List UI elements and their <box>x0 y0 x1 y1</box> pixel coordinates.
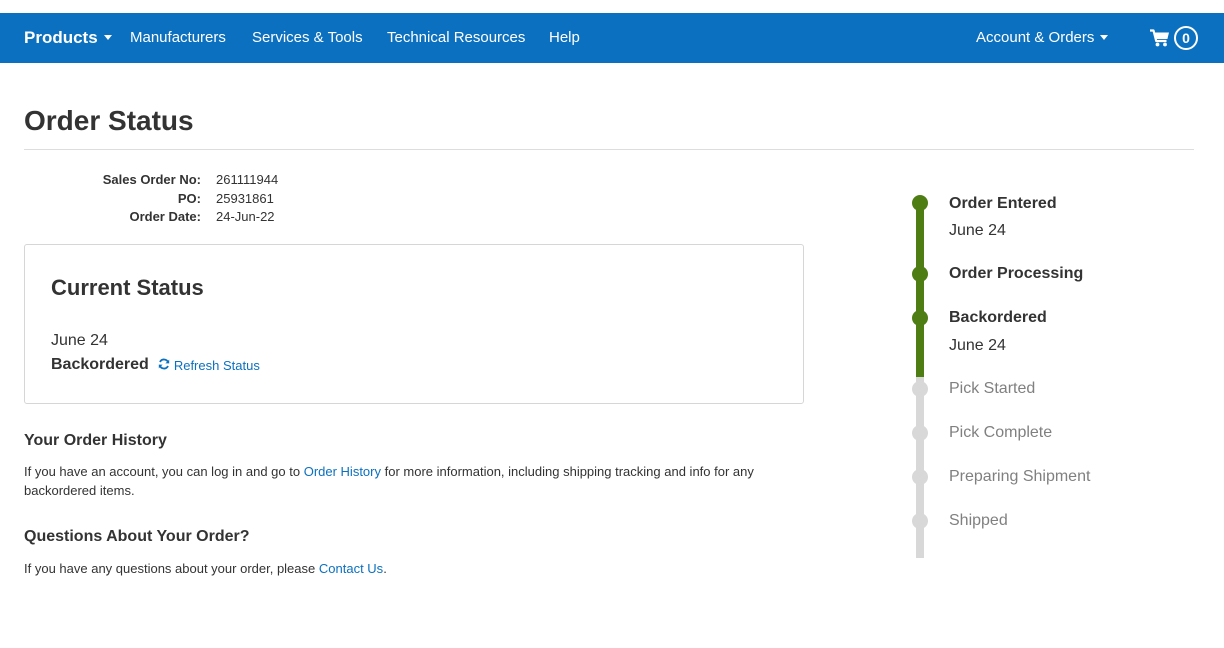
caret-down-icon <box>1100 34 1109 40</box>
current-status-date: June 24 <box>51 332 108 349</box>
contact-us-link[interactable]: Contact Us <box>319 561 383 576</box>
step-label-order-processing: Order Processing <box>949 265 1084 282</box>
timeline-track-complete <box>916 203 924 377</box>
refresh-icon <box>158 358 174 373</box>
step-dot-pick-started <box>912 381 928 397</box>
cart-button[interactable]: 0 <box>1150 25 1198 51</box>
questions-text-after: . <box>383 561 387 576</box>
nav-products-dropdown[interactable]: Products <box>24 13 112 63</box>
step-dot-order-entered <box>912 195 928 211</box>
po-value: 25931861 <box>216 190 274 206</box>
order-status-timeline: Order Entered June 24 Order Processing B… <box>900 190 1220 560</box>
step-label-preparing-shipment: Preparing Shipment <box>949 468 1091 485</box>
step-label-backordered: Backordered <box>949 309 1047 326</box>
order-date-label: Order Date: <box>129 209 201 224</box>
order-history-text-before: If you have an account, you can log in a… <box>24 464 304 479</box>
nav-link-services-tools[interactable]: Services & Tools <box>252 13 363 63</box>
po-label: PO: <box>177 190 201 206</box>
step-dot-pick-complete <box>912 425 928 441</box>
order-details: Sales Order No: 261111944 PO: 25931861 O… <box>24 171 278 227</box>
sales-order-label: Sales Order No: <box>102 172 201 187</box>
nav-link-help[interactable]: Help <box>549 13 580 63</box>
order-date-row: Order Date: 24-Jun-22 <box>24 208 278 227</box>
timeline-track-pending <box>916 377 924 558</box>
sales-order-row: Sales Order No: 261111944 <box>24 171 278 190</box>
step-date-order-entered: June 24 <box>949 222 1006 239</box>
current-status-card: Current Status June 24 Backordered Refre… <box>24 244 804 404</box>
step-date-backordered: June 24 <box>949 337 1006 354</box>
shopping-cart-icon <box>1150 29 1170 47</box>
order-date-value: 24-Jun-22 <box>216 209 275 224</box>
page-title: Order Status <box>24 105 194 136</box>
step-dot-shipped <box>912 513 928 529</box>
step-dot-order-processing <box>912 266 928 282</box>
nav-account-orders-dropdown[interactable]: Account & Orders <box>976 13 1109 63</box>
step-label-pick-complete: Pick Complete <box>949 424 1053 441</box>
order-history-text: If you have an account, you can log in a… <box>24 462 784 500</box>
order-history-link[interactable]: Order History <box>304 464 381 479</box>
nav-link-technical-resources[interactable]: Technical Resources <box>387 13 525 63</box>
current-status-value: Backordered <box>51 356 149 373</box>
sales-order-value: 261111944 <box>216 172 279 187</box>
po-row: PO: 25931861 <box>24 190 278 209</box>
step-label-pick-started: Pick Started <box>949 380 1036 397</box>
nav-link-manufacturers[interactable]: Manufacturers <box>130 13 226 63</box>
questions-text: If you have any questions about your ord… <box>24 559 784 578</box>
step-dot-preparing-shipment <box>912 469 928 485</box>
title-divider <box>24 149 1194 150</box>
top-navbar: Products Manufacturers Services & Tools … <box>0 13 1224 63</box>
step-label-order-entered: Order Entered <box>949 195 1057 212</box>
current-status-line: Backordered Refresh Status <box>51 356 260 374</box>
step-dot-backordered <box>912 310 928 326</box>
order-history-heading: Your Order History <box>24 432 167 449</box>
step-label-shipped: Shipped <box>949 512 1008 529</box>
caret-down-icon <box>103 35 112 41</box>
questions-text-before: If you have any questions about your ord… <box>24 561 319 576</box>
refresh-status-label: Refresh Status <box>173 357 260 373</box>
questions-heading: Questions About Your Order? <box>24 528 250 545</box>
nav-products-label: Products <box>24 28 98 47</box>
cart-count-badge: 0 <box>1174 26 1198 50</box>
nav-account-label: Account & Orders <box>976 29 1095 46</box>
refresh-status-link[interactable]: Refresh Status <box>158 358 260 373</box>
current-status-title: Current Status <box>51 275 204 300</box>
